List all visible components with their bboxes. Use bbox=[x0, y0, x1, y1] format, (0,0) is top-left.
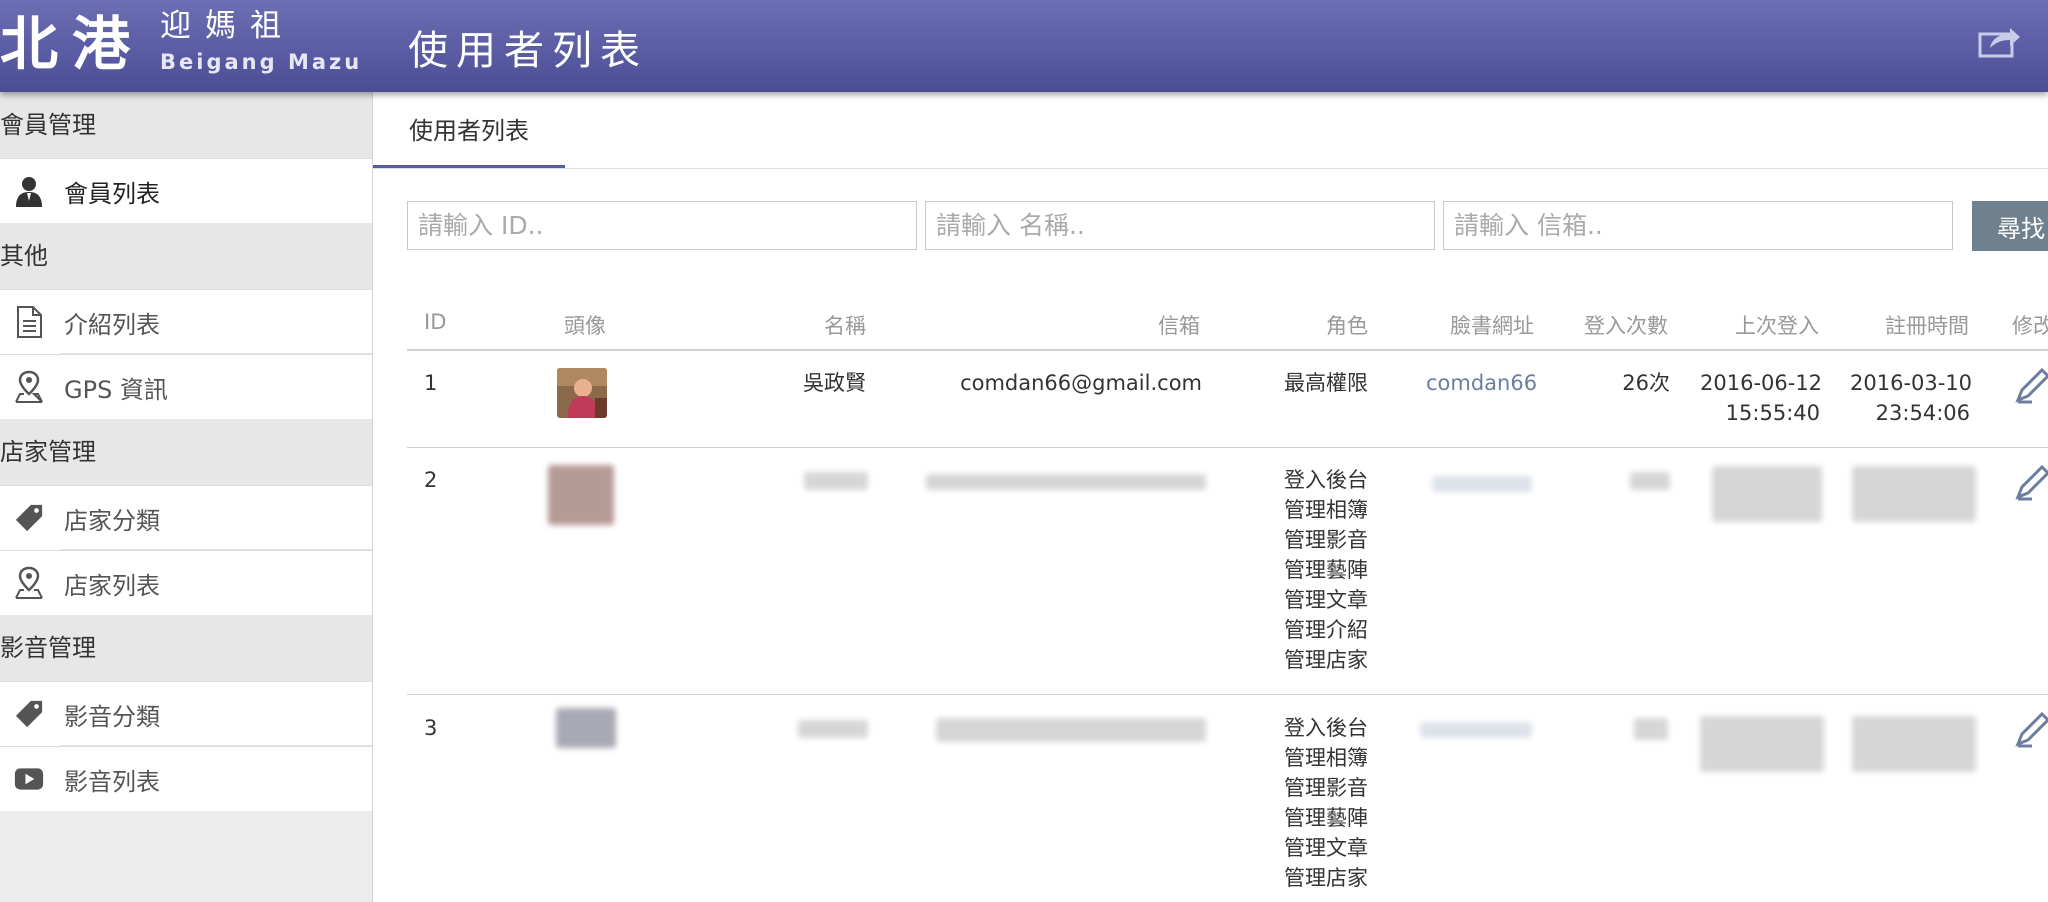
cell-role: 登入後台 管理相簿 管理影音 管理藝陣 管理文章 管理店家 bbox=[1284, 716, 1368, 890]
column-header-email: 信箱 bbox=[1158, 314, 1200, 338]
sidebar-item-intro-list[interactable]: 介紹列表 bbox=[0, 289, 372, 354]
table-header-divider bbox=[407, 349, 2048, 351]
logo-main-text: 北港 bbox=[0, 10, 145, 78]
youtube-icon bbox=[14, 762, 44, 796]
column-header-registered: 註冊時間 bbox=[1885, 314, 1969, 338]
search-id-input[interactable] bbox=[407, 201, 917, 250]
row-divider bbox=[407, 447, 2048, 448]
document-icon bbox=[14, 305, 44, 339]
cell-role: 登入後台 管理相簿 管理影音 管理藝陣 管理文章 管理介紹 管理店家 bbox=[1284, 468, 1368, 672]
sidebar-item-label: 會員列表 bbox=[64, 179, 160, 208]
tag-icon bbox=[14, 501, 44, 535]
sidebar-item-store-list[interactable]: 店家列表 bbox=[0, 550, 372, 615]
sidebar-group-store: 店家管理 bbox=[0, 419, 372, 485]
location-pin-icon bbox=[14, 370, 44, 404]
logout-share-icon[interactable] bbox=[1976, 20, 2024, 60]
app-header: 北港 迎媽祖 Beigang Mazu 使用者列表 bbox=[0, 0, 2048, 92]
sidebar-item-label: 介紹列表 bbox=[64, 310, 160, 339]
search-button[interactable]: 尋找 bbox=[1972, 201, 2048, 251]
search-email-input[interactable] bbox=[1443, 201, 1953, 250]
sidebar-item-label: 店家列表 bbox=[64, 571, 160, 600]
redacted-name bbox=[804, 472, 868, 490]
column-header-facebook: 臉書網址 bbox=[1450, 314, 1534, 338]
redacted-facebook bbox=[1432, 476, 1532, 492]
cell-role: 最高權限 bbox=[1284, 371, 1368, 395]
edit-pencil-icon[interactable] bbox=[2012, 710, 2048, 750]
redacted-registered bbox=[1852, 716, 1976, 772]
avatar[interactable] bbox=[557, 368, 607, 418]
column-header-id: ID bbox=[424, 310, 447, 334]
cell-last-login: 2016-06-12 15:55:40 bbox=[1700, 371, 1823, 425]
sidebar-item-gps-info[interactable]: GPS 資訊 bbox=[0, 354, 372, 419]
edit-pencil-icon[interactable] bbox=[2012, 366, 2048, 406]
avatar[interactable] bbox=[556, 708, 616, 748]
cell-email: comdan66@gmail.com bbox=[960, 371, 1202, 395]
column-header-edit: 修改 bbox=[2012, 314, 2048, 338]
column-header-avatar: 頭像 bbox=[564, 314, 606, 338]
redacted-last-login bbox=[1700, 716, 1824, 772]
row-divider bbox=[407, 694, 2048, 695]
redacted-name bbox=[798, 720, 868, 738]
location-pin-icon bbox=[14, 566, 44, 600]
cell-id: 3 bbox=[424, 716, 438, 740]
column-header-last-login: 上次登入 bbox=[1735, 314, 1819, 338]
edit-pencil-icon[interactable] bbox=[2012, 463, 2048, 503]
sidebar-item-label: 店家分類 bbox=[64, 506, 160, 535]
cell-name: 吳政賢 bbox=[803, 371, 866, 395]
sidebar-item-label: GPS 資訊 bbox=[64, 375, 168, 404]
page-title: 使用者列表 bbox=[408, 28, 648, 74]
sidebar-item-member-list[interactable]: 會員列表 bbox=[0, 158, 372, 223]
sidebar-item-label: 影音分類 bbox=[64, 702, 160, 731]
redacted-registered bbox=[1852, 466, 1976, 522]
cell-id: 1 bbox=[424, 371, 438, 395]
sidebar: 會員管理 會員列表 其他 介紹列表 GPS 資訊 店家管理 店家分類 店家列表 … bbox=[0, 92, 373, 902]
avatar[interactable] bbox=[548, 465, 614, 525]
redacted-email bbox=[936, 718, 1206, 742]
redacted-facebook bbox=[1420, 722, 1532, 738]
sidebar-group-member: 會員管理 bbox=[0, 92, 372, 158]
sidebar-item-store-category[interactable]: 店家分類 bbox=[0, 485, 372, 550]
column-header-name: 名稱 bbox=[824, 314, 866, 338]
redacted-login-count bbox=[1634, 718, 1668, 740]
sidebar-group-other: 其他 bbox=[0, 223, 372, 289]
redacted-login-count bbox=[1630, 472, 1670, 490]
logo-english-text: Beigang Mazu bbox=[160, 50, 363, 74]
cell-login-count: 26次 bbox=[1622, 371, 1670, 395]
logo-sub-text: 迎媽祖 bbox=[160, 8, 295, 44]
column-header-role: 角色 bbox=[1326, 314, 1368, 338]
column-header-login-count: 登入次數 bbox=[1584, 314, 1668, 338]
tab-bar: 使用者列表 bbox=[373, 92, 2048, 169]
redacted-last-login bbox=[1712, 466, 1822, 522]
cell-registered: 2016-03-10 23:54:06 bbox=[1850, 371, 1973, 425]
sidebar-group-media: 影音管理 bbox=[0, 615, 372, 681]
sidebar-item-media-category[interactable]: 影音分類 bbox=[0, 681, 372, 746]
tab-user-list[interactable]: 使用者列表 bbox=[373, 92, 565, 168]
cell-id: 2 bbox=[424, 468, 438, 492]
user-icon bbox=[14, 174, 44, 208]
facebook-link[interactable]: comdan66 bbox=[1426, 368, 1537, 398]
redacted-email bbox=[926, 474, 1206, 490]
sidebar-item-label: 影音列表 bbox=[64, 767, 160, 796]
search-name-input[interactable] bbox=[925, 201, 1435, 250]
tag-icon bbox=[14, 697, 44, 731]
sidebar-item-media-list[interactable]: 影音列表 bbox=[0, 746, 372, 811]
